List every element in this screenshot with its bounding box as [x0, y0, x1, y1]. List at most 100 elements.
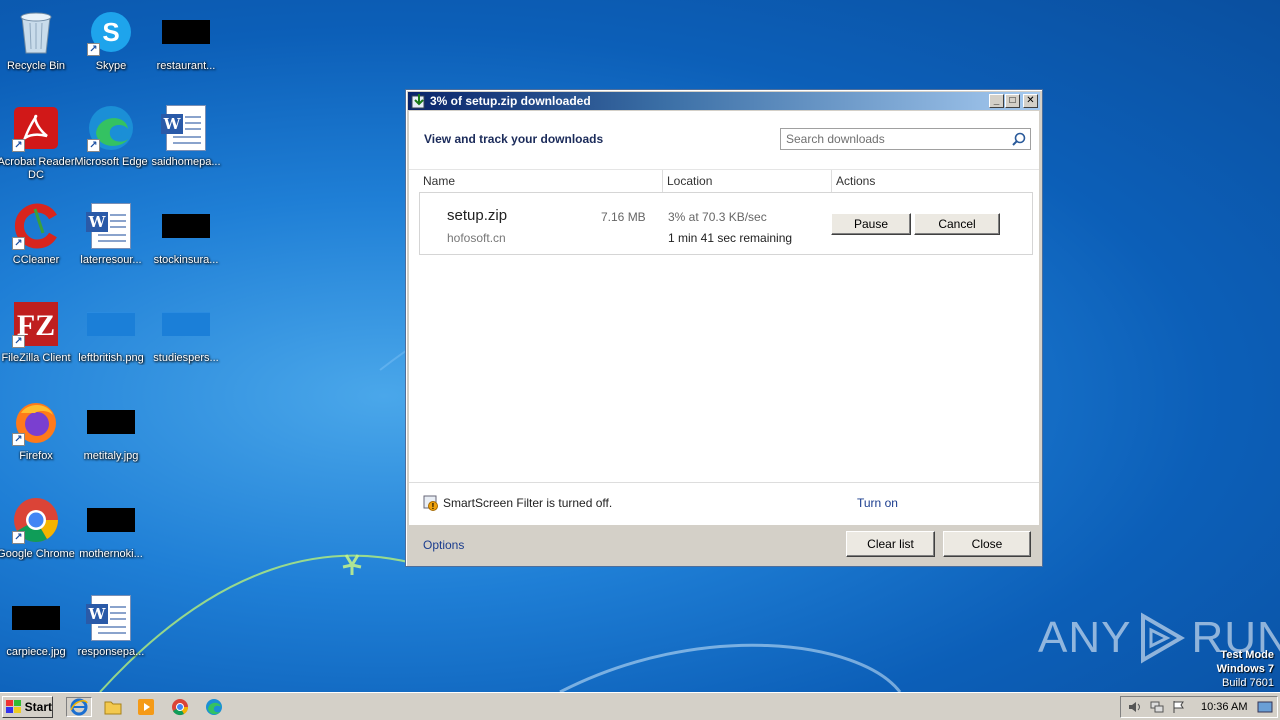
desktop-icon-edge[interactable]: ↗ Microsoft Edge	[72, 104, 150, 194]
cancel-button[interactable]: Cancel	[914, 213, 1000, 235]
desktop-icon-label: mothernoki...	[79, 548, 143, 560]
desktop-icon-label: leftbritish.png	[78, 352, 144, 364]
close-window-button[interactable]: ✕	[1023, 94, 1038, 108]
column-header-actions[interactable]: Actions	[836, 174, 875, 188]
desktop-icon-carpiece[interactable]: carpiece.jpg	[0, 594, 75, 684]
test-mode-notice: Test Mode Windows 7 Build 7601	[1217, 648, 1274, 690]
action-center-flag-icon[interactable]	[1171, 700, 1187, 714]
windows-logo-icon	[6, 700, 21, 713]
minimize-button[interactable]: _	[989, 94, 1004, 108]
shortcut-arrow-icon: ↗	[12, 531, 25, 544]
download-size: 7.16 MB	[601, 210, 646, 224]
system-tray: 10:36 AM	[1120, 696, 1278, 718]
word-document-icon: W	[161, 104, 210, 152]
desktop-icon-firefox[interactable]: ↗ Firefox	[0, 398, 75, 488]
windows-version-line: Windows 7	[1216, 663, 1274, 675]
desktop-icon-label: metitaly.jpg	[83, 450, 139, 462]
desktop-icon-label: Acrobat Reader DC	[0, 156, 75, 181]
search-input[interactable]: Search downloads	[780, 128, 1031, 150]
taskbar-internet-explorer[interactable]	[66, 697, 92, 717]
desktop-icon-chrome[interactable]: ↗ Google Chrome	[0, 496, 75, 586]
desktop-icon-metitaly[interactable]: metitaly.jpg	[72, 398, 150, 488]
svg-text:!: !	[432, 502, 435, 511]
edge-icon	[206, 699, 222, 715]
shortcut-arrow-icon: ↗	[12, 335, 25, 348]
column-divider	[662, 170, 663, 192]
network-icon[interactable]	[1149, 700, 1165, 714]
pause-button[interactable]: Pause	[831, 213, 911, 235]
download-manager-icon	[411, 93, 427, 109]
desktop-icon-studiespers[interactable]: studiespers...	[147, 300, 225, 390]
desktop-icon-label: FileZilla Client	[1, 352, 71, 364]
internet-explorer-icon	[70, 698, 88, 716]
options-link[interactable]: Options	[423, 538, 464, 552]
build-line: Build 7601	[1222, 677, 1274, 689]
download-filename: setup.zip	[447, 207, 508, 224]
download-item[interactable]: setup.zip 7.16 MB hofosoft.cn 3% at 70.3…	[419, 192, 1033, 255]
desktop-icon-responsepa[interactable]: W responsepa...	[72, 594, 150, 684]
shortcut-arrow-icon: ↗	[87, 139, 100, 152]
edge-icon: ↗	[87, 104, 135, 152]
desktop-icon-saidhomepa[interactable]: W saidhomepa...	[147, 104, 225, 194]
taskbar-chrome[interactable]	[169, 697, 191, 717]
word-document-icon: W	[86, 594, 135, 642]
speaker-icon[interactable]	[1127, 700, 1143, 714]
taskbar-media-player[interactable]	[135, 697, 157, 717]
watermark-text-left: ANY	[1038, 613, 1132, 662]
column-headers: Name Location Actions	[409, 169, 1039, 192]
smartscreen-bar: ! SmartScreen Filter is turned off. Turn…	[409, 482, 1039, 525]
image-file-icon	[162, 202, 210, 250]
taskbar-edge[interactable]	[203, 697, 225, 717]
download-source-domain: hofosoft.cn	[447, 231, 506, 245]
start-button[interactable]: Start	[2, 696, 53, 718]
desktop-icon-label: responsepa...	[77, 646, 145, 658]
media-player-icon	[138, 699, 154, 715]
window-title: 3% of setup.zip downloaded	[430, 94, 591, 108]
close-button[interactable]: Close	[943, 531, 1031, 557]
desktop-icon-recycle-bin[interactable]: Recycle Bin	[0, 8, 75, 98]
desktop-icon-acrobat[interactable]: ↗ Acrobat Reader DC	[0, 104, 75, 194]
column-header-location[interactable]: Location	[667, 174, 712, 188]
desktop-icon-ccleaner[interactable]: ↗ CCleaner	[0, 202, 75, 292]
folder-icon	[104, 701, 122, 715]
recycle-bin-icon	[12, 8, 60, 56]
desktop-icon-mothernoki[interactable]: mothernoki...	[72, 496, 150, 586]
skype-icon: S ↗	[87, 8, 135, 56]
downloads-panel: View and track your downloads Search dow…	[409, 111, 1039, 482]
desktop-icon-label: Skype	[95, 60, 127, 72]
desktop-icon-filezilla[interactable]: FZ ↗ FileZilla Client	[0, 300, 75, 390]
word-document-icon: W	[86, 202, 135, 250]
desktop-icon-laterresour[interactable]: W laterresour...	[72, 202, 150, 292]
clear-list-button[interactable]: Clear list	[846, 531, 935, 557]
column-header-name[interactable]: Name	[423, 174, 455, 188]
desktop-icon-restaurant[interactable]: restaurant...	[147, 8, 225, 98]
desktop-icon-skype[interactable]: S ↗ Skype	[72, 8, 150, 98]
taskbar-file-explorer[interactable]	[102, 697, 124, 717]
test-mode-line: Test Mode	[1220, 649, 1274, 661]
desktop-icon-stockinsura[interactable]: stockinsura...	[147, 202, 225, 292]
image-file-icon	[162, 8, 210, 56]
maximize-button[interactable]: □	[1005, 94, 1020, 108]
minimize-icon: _	[993, 95, 1000, 106]
desktop-icon-label: saidhomepa...	[151, 156, 221, 168]
shortcut-arrow-icon: ↗	[12, 139, 25, 152]
clock[interactable]: 10:36 AM	[1201, 701, 1247, 713]
title-bar[interactable]: 3% of setup.zip downloaded _ □ ✕	[408, 92, 1040, 110]
search-icon[interactable]	[1012, 132, 1026, 146]
chrome-icon: ↗	[12, 496, 60, 544]
show-desktop-icon[interactable]	[1257, 700, 1273, 714]
download-manager-window: 3% of setup.zip downloaded _ □ ✕ View an…	[405, 89, 1043, 567]
turn-on-link[interactable]: Turn on	[857, 496, 898, 510]
desktop-icon-leftbritish[interactable]: leftbritish.png	[72, 300, 150, 390]
desktop-icon-label: stockinsura...	[153, 254, 219, 266]
firefox-icon: ↗	[12, 398, 60, 446]
chrome-icon	[172, 699, 189, 716]
desktop-icon-label: restaurant...	[156, 60, 216, 72]
ccleaner-icon: ↗	[12, 202, 60, 250]
svg-text:S: S	[102, 17, 119, 47]
image-file-icon	[87, 398, 135, 446]
taskbar: Start 10:36 AM	[0, 692, 1280, 720]
smartscreen-message: SmartScreen Filter is turned off.	[443, 496, 613, 510]
column-divider	[831, 170, 832, 192]
desktop-icon-label: CCleaner	[12, 254, 60, 266]
